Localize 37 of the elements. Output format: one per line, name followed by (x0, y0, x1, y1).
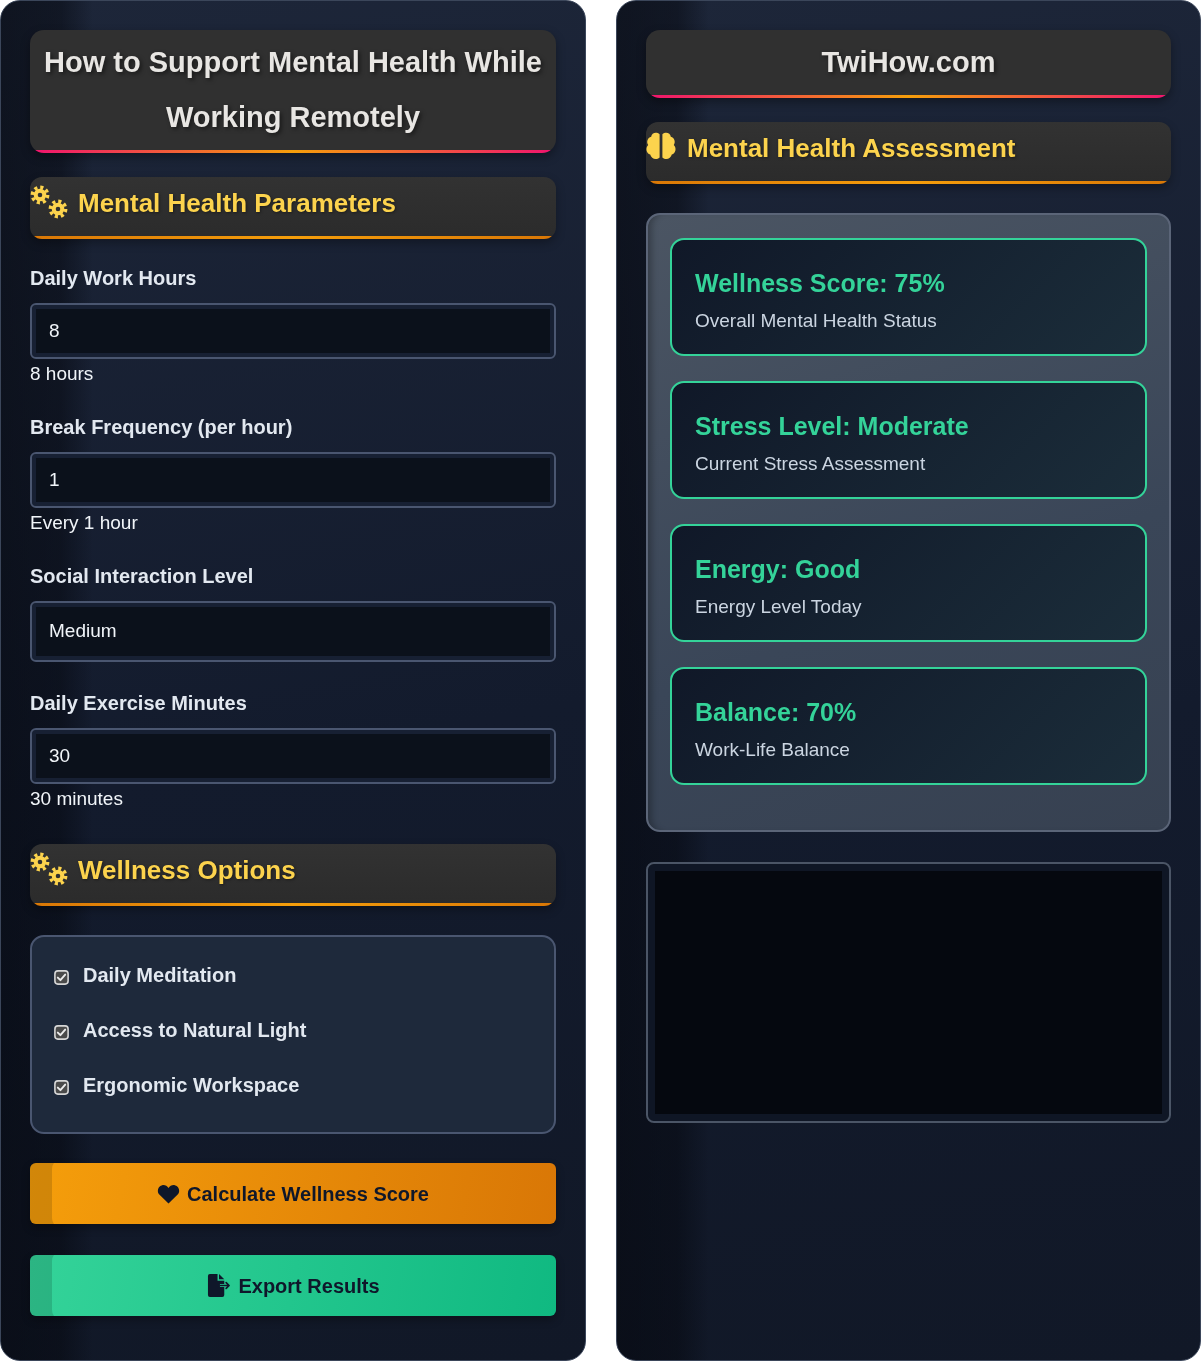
number-input[interactable]: 8 (30, 303, 556, 359)
field-label: Daily Exercise Minutes (30, 691, 248, 715)
value-note: 8 hours (30, 362, 95, 386)
file-export-icon (206, 1274, 232, 1297)
gears-icon (30, 185, 68, 219)
result-subtitle: Overall Mental Health Status (695, 309, 938, 333)
heart-icon (157, 1183, 180, 1204)
result-title: Wellness Score: 75% (695, 268, 946, 298)
section-heading: Wellness Options (78, 854, 296, 886)
checkbox[interactable] (54, 1025, 69, 1040)
result-title: Energy: Good (695, 554, 862, 584)
section-heading: Mental Health Assessment (687, 132, 1016, 164)
gears-icon (30, 852, 68, 886)
checkbox-label: Access to Natural Light (83, 1018, 307, 1042)
result-title: Balance: 70% (695, 697, 858, 727)
export-button[interactable]: Export Results (30, 1255, 556, 1316)
field-label: Break Frequency (per hour) (30, 415, 294, 439)
value-note: 30 minutes (30, 787, 124, 811)
number-input[interactable]: 30 (30, 728, 556, 784)
checkbox[interactable] (54, 1080, 69, 1095)
value-note: Every 1 hour (30, 511, 139, 535)
page-title: How to Support Mental Health While Working Remotely (43, 45, 543, 135)
section-heading: Mental Health Parameters (78, 187, 396, 219)
brain-icon (645, 131, 677, 161)
dropdown-select[interactable]: Medium (30, 601, 556, 662)
calculate-button[interactable]: Calculate Wellness Score (30, 1163, 556, 1224)
page-title: TwiHow.com (820, 45, 997, 80)
field-label: Social Interaction Level (30, 564, 255, 588)
checkbox-label: Daily Meditation (83, 963, 237, 987)
result-subtitle: Work-Life Balance (695, 738, 851, 762)
checkbox[interactable] (54, 970, 69, 985)
result-subtitle: Current Stress Assessment (695, 452, 927, 476)
number-input[interactable]: 1 (30, 452, 556, 508)
field-label: Daily Work Hours (30, 266, 198, 290)
checkbox-label: Ergonomic Workspace (83, 1073, 300, 1097)
result-title: Stress Level: Moderate (695, 411, 970, 441)
result-subtitle: Energy Level Today (695, 595, 863, 619)
